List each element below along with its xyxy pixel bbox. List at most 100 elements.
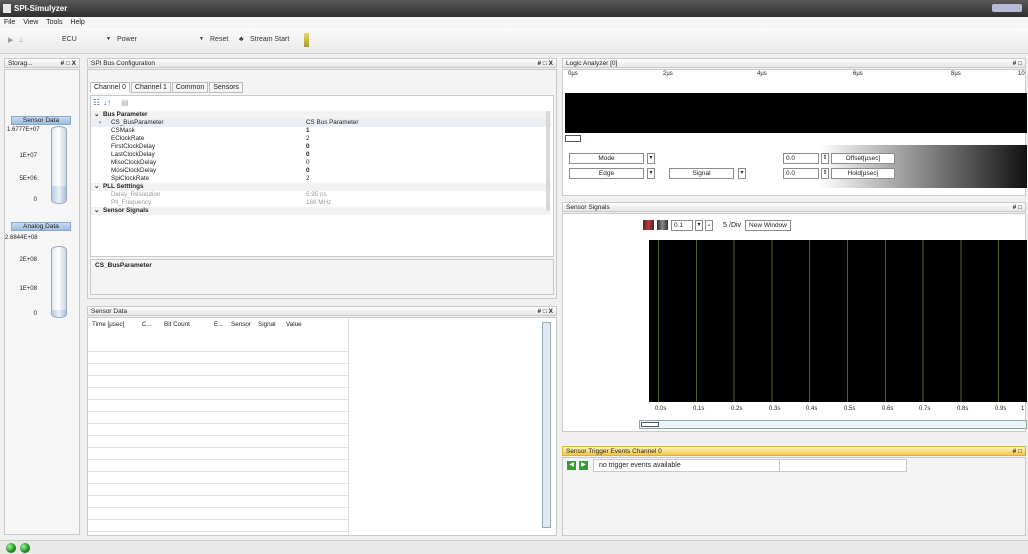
property-row[interactable]: FirstClockDelay 0 [91,143,551,151]
column-time[interactable]: Time [µsec] [92,321,124,328]
property-value[interactable]: 2 [306,175,310,183]
plot-gridlines [649,240,1027,402]
signals-scroll-thumb[interactable] [641,422,659,427]
stream-icon: ♣ [239,36,244,43]
signals-scrollbar[interactable] [639,420,1027,429]
axis-tick: 0.1s [693,406,705,412]
panel-pin-controls[interactable]: # □ [1013,59,1022,68]
property-row[interactable]: Delay_Resolution 5.95 ns [91,191,551,199]
menu-tools[interactable]: Tools [46,19,62,26]
property-row[interactable]: SpiClockRate 2 [91,175,551,183]
column-sensor[interactable]: Sensor [231,321,251,328]
property-value[interactable]: 2 [306,135,310,143]
hold-input[interactable]: 0.0 [783,168,819,179]
power-button[interactable]: Power [117,36,137,43]
property-value: 5.95 ns [306,191,327,198]
panel-pin-controls[interactable]: # □ [1013,203,1022,212]
property-row[interactable]: Pll_Frequency 168 MHz [91,199,551,207]
zoom-select[interactable]: 0.1 [671,220,693,231]
collapse-icon[interactable]: ⌄ [94,183,99,191]
property-row[interactable]: CSMask 1 [91,127,551,135]
column-bit-count[interactable]: Bit Count [164,321,190,328]
column-e[interactable]: E... [214,321,223,328]
sensor-data-scrollbar[interactable] [542,322,551,528]
alphabetical-sort-icon[interactable]: ↓↑ [103,98,111,107]
reset-button[interactable]: Reset [210,36,228,43]
hold-spinner[interactable]: ⇕ [821,168,829,179]
reset-dropdown-icon[interactable]: ▼ [199,36,204,42]
panel-controls[interactable]: # □ X [61,59,77,68]
storage-panel-title: Storag... [8,60,33,67]
property-value: 168 MHz [306,199,332,206]
logic-analyzer-title: Logic Analyzer [0] [566,60,618,67]
menu-help[interactable]: Help [70,19,84,26]
div-unit: /Div [729,222,742,229]
new-window-button[interactable]: New Window [745,220,791,231]
sensor-signals-plot[interactable] [649,240,1027,402]
offset-spinner[interactable]: ⇕ [821,153,829,164]
record-icon[interactable] [643,220,654,230]
column-signal[interactable]: Signal [258,321,276,328]
power-dropdown-icon[interactable]: ▼ [106,36,111,42]
tab-channel-0[interactable]: Channel 0 [90,82,130,93]
property-value[interactable]: 0 [306,167,310,175]
axis-tick: 0.7s [919,406,931,412]
pause-icon[interactable] [657,220,668,230]
property-value[interactable]: 0 [306,143,310,151]
status-bar [0,540,1028,554]
property-value[interactable]: CS Bus Parameter [306,119,359,127]
window-controls[interactable] [992,4,1022,12]
property-name: Delay_Resolution [111,191,161,198]
panel-controls[interactable]: # □ X [538,307,554,316]
property-grid-scrollbar[interactable] [546,111,550,211]
stream-start-button[interactable]: Stream Start [250,36,289,43]
property-value[interactable]: 0 [306,151,310,159]
signal-label: Signal [669,168,734,179]
offset-input[interactable]: 0.0 [783,153,819,164]
step-icon[interactable]: ⊥ [18,36,24,44]
spi-config-title: SPI Bus Configuration [91,60,155,67]
menu-view[interactable]: View [23,19,38,26]
categorized-sort-icon[interactable]: ☷ [93,98,100,107]
sensor-data-value: 1.6777E+07 [7,127,40,133]
tab-sensors[interactable]: Sensors [209,82,243,93]
logic-scroll-thumb[interactable] [565,135,581,142]
panel-controls[interactable]: # □ X [538,59,554,68]
status-led-icon [20,543,30,553]
property-value[interactable]: 1 [306,127,310,135]
tab-common[interactable]: Common [171,82,209,93]
trigger-next-icon[interactable]: ▶ [579,461,588,470]
category-pll-settings[interactable]: ⌄ PLL Setttings [91,183,551,191]
trigger-prev-icon[interactable]: ◀ [567,461,576,470]
property-row[interactable]: › CS_BusParameter CS Bus Parameter [91,119,551,127]
tab-channel-1[interactable]: Channel 1 [130,82,171,93]
logic-waveform-area[interactable] [565,93,1027,133]
property-grid: ☷ ↓↑ ▤ ⌄ Bus Parameter › CS_BusParameter CS… [90,95,554,257]
property-value[interactable]: 0 [306,159,310,167]
collapse-icon[interactable]: ⌄ [94,207,99,215]
mode-dropdown[interactable]: ▾ [647,153,655,164]
axis-tick: 0.2s [731,406,743,412]
signal-dropdown[interactable]: ▾ [738,168,746,179]
property-row[interactable]: LastClockDelay 0 [91,151,551,159]
category-sensor-signals[interactable]: ⌄ Sensor Signals [91,207,551,215]
trigger-events-message: no trigger events available [593,459,783,472]
category-bus-parameter[interactable]: ⌄ Bus Parameter [91,111,551,119]
sensor-data-title: Sensor Data [91,308,128,315]
panel-pin-controls[interactable]: # □ [1013,447,1022,456]
menu-file[interactable]: File [4,19,15,26]
property-pages-icon[interactable]: ▤ [121,98,129,107]
collapse-icon[interactable]: ⌄ [94,111,99,119]
column-value[interactable]: Value [286,321,302,328]
expand-icon[interactable]: › [99,119,101,127]
category-label: PLL Setttings [103,183,144,190]
property-row[interactable]: MosiClockDelay 0 [91,167,551,175]
property-row[interactable]: EClockRate 2 [91,135,551,143]
property-row[interactable]: MisoClockDelay 0 [91,159,551,167]
ecu-label: ECU [62,36,77,43]
play-icon[interactable]: ▶ [8,36,13,44]
edge-dropdown[interactable]: ▾ [647,168,655,179]
div-dropdown[interactable]: ⌄ [705,220,713,231]
column-channel[interactable]: C... [142,321,152,328]
zoom-dropdown[interactable]: ▾ [695,220,703,231]
